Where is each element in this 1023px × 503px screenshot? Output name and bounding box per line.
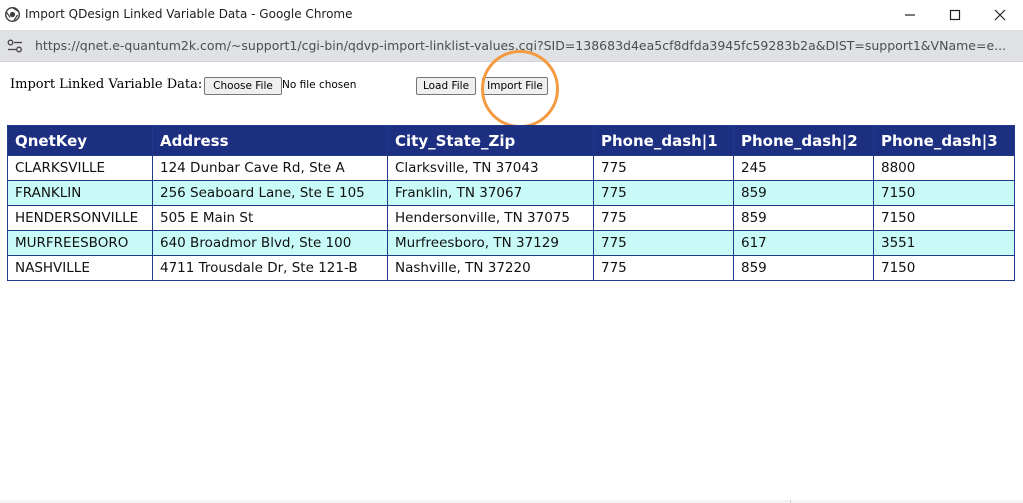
table-cell: 640 Broadmor Blvd, Ste 100 (152, 230, 388, 256)
table-header-row: QnetKey Address City_State_Zip Phone_das… (7, 125, 1015, 156)
import-label: Import Linked Variable Data: (10, 77, 203, 92)
table-cell: 8800 (873, 155, 1015, 181)
table-row: MURFREESBORO 640 Broadmor Blvd, Ste 100 … (7, 230, 1015, 256)
choose-file-button[interactable]: Choose File (204, 77, 282, 95)
table-row: NASHVILLE 4711 Trousdale Dr, Ste 121-B N… (7, 255, 1015, 281)
table-cell: 505 E Main St (152, 205, 388, 231)
table-cell: 859 (733, 180, 874, 206)
highlight-ring (481, 50, 559, 128)
column-header: QnetKey (7, 125, 153, 156)
column-header: Address (152, 125, 388, 156)
linked-variable-table: QnetKey Address City_State_Zip Phone_das… (7, 125, 1015, 281)
table-cell: Nashville, TN 37220 (387, 255, 594, 281)
window-title-bar: Import QDesign Linked Variable Data - Go… (0, 0, 1023, 30)
no-file-chosen-text: No file chosen (282, 79, 357, 91)
table-cell: 775 (593, 180, 734, 206)
maximize-button[interactable] (932, 0, 978, 30)
table-cell: 775 (593, 255, 734, 281)
table-cell: 7150 (873, 255, 1015, 281)
table-cell: 859 (733, 255, 874, 281)
minimize-button[interactable] (887, 0, 933, 30)
table-cell: Franklin, TN 37067 (387, 180, 594, 206)
close-button[interactable] (977, 0, 1023, 30)
table-cell: Hendersonville, TN 37075 (387, 205, 594, 231)
maximize-icon (949, 9, 961, 21)
table-cell: Clarksville, TN 37043 (387, 155, 594, 181)
column-header: Phone_dash|2 (733, 125, 874, 156)
site-settings-icon[interactable] (6, 38, 24, 54)
close-icon (994, 9, 1006, 21)
table-cell: 7150 (873, 180, 1015, 206)
table-row: CLARKSVILLE 124 Dunbar Cave Rd, Ste A Cl… (7, 155, 1015, 181)
table-row: HENDERSONVILLE 505 E Main St Hendersonvi… (7, 205, 1015, 231)
table-row: FRANKLIN 256 Seaboard Lane, Ste E 105 Fr… (7, 180, 1015, 206)
table-cell: FRANKLIN (7, 180, 153, 206)
column-header: City_State_Zip (387, 125, 594, 156)
minimize-icon (904, 9, 916, 21)
window-title: Import QDesign Linked Variable Data - Go… (25, 7, 353, 21)
table-cell: NASHVILLE (7, 255, 153, 281)
table-cell: 3551 (873, 230, 1015, 256)
load-file-button[interactable]: Load File (416, 77, 476, 95)
chrome-icon (4, 6, 21, 23)
table-cell: 7150 (873, 205, 1015, 231)
table-cell: 124 Dunbar Cave Rd, Ste A (152, 155, 388, 181)
table-cell: 617 (733, 230, 874, 256)
table-cell: 245 (733, 155, 874, 181)
table-cell: MURFREESBORO (7, 230, 153, 256)
table-cell: 256 Seaboard Lane, Ste E 105 (152, 180, 388, 206)
column-header: Phone_dash|1 (593, 125, 734, 156)
table-cell: 775 (593, 205, 734, 231)
table-cell: Murfreesboro, TN 37129 (387, 230, 594, 256)
table-cell: 859 (733, 205, 874, 231)
table-cell: 4711 Trousdale Dr, Ste 121-B (152, 255, 388, 281)
column-header: Phone_dash|3 (873, 125, 1015, 156)
table-cell: HENDERSONVILLE (7, 205, 153, 231)
table-cell: 775 (593, 230, 734, 256)
table-cell: CLARKSVILLE (7, 155, 153, 181)
table-cell: 775 (593, 155, 734, 181)
